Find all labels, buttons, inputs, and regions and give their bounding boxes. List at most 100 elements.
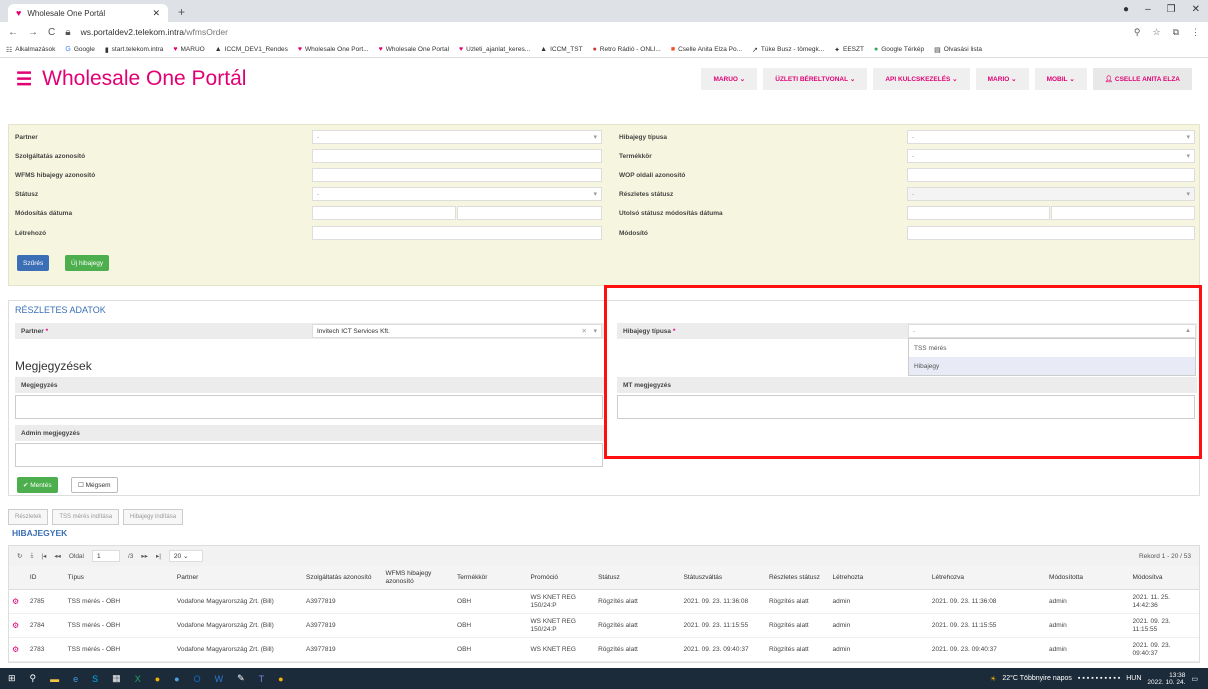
column-header[interactable]: Státusz bbox=[595, 574, 680, 582]
column-header[interactable]: Partner bbox=[174, 574, 303, 582]
minimize-icon[interactable]: – bbox=[1145, 4, 1151, 15]
column-header[interactable]: WFMS hibajegy azonosító bbox=[383, 570, 455, 586]
note-textarea[interactable] bbox=[15, 395, 603, 419]
bookmark-maruo[interactable]: ♥ MARUO bbox=[173, 46, 204, 53]
nav-mario[interactable]: MARIO ⌄ bbox=[975, 68, 1029, 90]
calculator-icon[interactable]: ▦ bbox=[112, 673, 121, 684]
export-icon[interactable]: ⤓ bbox=[30, 552, 33, 560]
nav-user[interactable]: 👤︎ CSELLE ANITA ELZA bbox=[1092, 68, 1192, 90]
bookmark-cselle[interactable]: ■ Cselle Anita Elza Po... bbox=[671, 46, 742, 53]
table-row[interactable]: ⚙ 2783 TSS mérés - OBH Vodafone Magyarorszá… bbox=[9, 638, 1199, 662]
hibajegy-action[interactable]: Hibajegy indítása bbox=[123, 509, 184, 525]
last-status-date-from[interactable] bbox=[907, 206, 1050, 220]
skype-icon[interactable]: S bbox=[92, 674, 98, 684]
table-row[interactable]: ⚙ 2784 TSS mérés - OBH Vodafone Magyarorszá… bbox=[9, 614, 1199, 638]
paint-icon[interactable]: ✎ bbox=[237, 673, 245, 684]
prev-page-icon[interactable]: ◂◂ bbox=[54, 552, 61, 560]
notification-icon[interactable]: ▭ bbox=[1191, 675, 1198, 683]
forward-icon[interactable]: → bbox=[28, 27, 38, 38]
bookmark-eeszt[interactable]: ✦ EESZT bbox=[834, 46, 864, 54]
bookmark-tuke[interactable]: ↗ Tüke Busz - tömegk... bbox=[752, 46, 824, 54]
bookmark-reading-list[interactable]: ▤ Olvasási lista bbox=[934, 46, 982, 54]
row-gear-icon[interactable]: ⚙ bbox=[9, 646, 27, 654]
bookmark-iccm-tst[interactable]: ▲ ICCM_TST bbox=[540, 46, 582, 53]
tab-close-icon[interactable]: ✕ bbox=[152, 8, 160, 19]
save-button[interactable]: ✔ Mentés bbox=[17, 477, 58, 493]
column-header[interactable]: Promóció bbox=[528, 574, 596, 582]
url-field[interactable]: ws.portaldev2.telekom.intra/wfmsOrder bbox=[81, 27, 1124, 37]
column-header[interactable]: ID bbox=[27, 574, 65, 582]
per-page-select[interactable]: 20 ⌄ bbox=[168, 550, 203, 562]
nav-api[interactable]: API KULCSKEZELÉS ⌄ bbox=[873, 68, 970, 90]
back-icon[interactable]: ← bbox=[8, 27, 18, 38]
table-row[interactable]: ⚙ 2785 TSS mérés - OBH Vodafone Magyarorszá… bbox=[9, 590, 1199, 614]
bookmark-maps[interactable]: ● Google Térkép bbox=[874, 46, 924, 53]
tray-icons[interactable]: ▪ ▪ ▪ ▪ ▪ ▪ ▪ ▪ ▪ ▪ bbox=[1078, 675, 1120, 682]
filter-button[interactable]: Szűrés bbox=[17, 255, 50, 271]
partner-select[interactable]: - bbox=[312, 130, 602, 144]
bookmark-iccm-dev[interactable]: ▲ ICCM_DEV1_Rendes bbox=[215, 46, 288, 53]
chrome-icon[interactable]: ● bbox=[155, 674, 160, 684]
hiba-type-select[interactable]: - bbox=[907, 130, 1195, 144]
column-header[interactable]: Módosítva bbox=[1129, 574, 1199, 582]
menu-dots-icon[interactable]: ⋮ bbox=[1191, 27, 1200, 38]
cancel-button[interactable]: ☐ Mégsem bbox=[71, 477, 118, 493]
start-icon[interactable]: ⊞ bbox=[8, 673, 16, 684]
details-action[interactable]: Részletek bbox=[8, 509, 49, 525]
search-icon[interactable]: ⚲ bbox=[30, 673, 37, 684]
nav-uzleti[interactable]: ÜZLETI BÉRELTVONAL ⌄ bbox=[763, 68, 868, 90]
weather-text[interactable]: 22°C Többnyire napos bbox=[1002, 675, 1072, 682]
clear-icon[interactable]: ✕ bbox=[582, 327, 587, 335]
wfms-input[interactable] bbox=[312, 168, 602, 182]
last-status-date-to[interactable] bbox=[1051, 206, 1195, 220]
restore-icon[interactable]: ❐ bbox=[1167, 4, 1176, 15]
row-gear-icon[interactable]: ⚙ bbox=[9, 622, 27, 630]
mod-date-from[interactable] bbox=[312, 206, 456, 220]
bookmark-google[interactable]: G Google bbox=[65, 46, 94, 53]
creator-input[interactable] bbox=[312, 226, 602, 240]
admin-note-textarea[interactable] bbox=[15, 443, 603, 467]
column-header[interactable]: Szolgáltatás azonosító bbox=[303, 574, 382, 582]
new-tab-icon[interactable]: + bbox=[178, 5, 185, 19]
new-ticket-button[interactable]: Új hibajegy bbox=[65, 255, 110, 271]
bookmark-apps[interactable]: ☷ Alkalmazások bbox=[6, 46, 55, 54]
chrome-active-icon[interactable]: ● bbox=[278, 674, 283, 684]
browser-tab[interactable]: ♥ Wholesale One Portál ✕ bbox=[8, 4, 168, 22]
refresh-icon[interactable]: ↻ bbox=[17, 552, 22, 560]
zoom-icon[interactable]: ⚲ bbox=[1134, 27, 1141, 38]
excel-icon[interactable]: X bbox=[135, 674, 141, 684]
profile-icon[interactable]: ● bbox=[1123, 4, 1129, 15]
column-header[interactable]: Termékkör bbox=[454, 574, 528, 582]
column-header[interactable]: Módosította bbox=[1046, 574, 1129, 582]
details-partner-select[interactable]: Invitech ICT Services Kft. ✕ bbox=[312, 324, 602, 338]
bookmark-uzleti[interactable]: ♥ Uzleti_ajanlat_keres... bbox=[459, 46, 530, 53]
det-status-select[interactable]: - bbox=[907, 187, 1195, 201]
column-header[interactable]: Létrehozta bbox=[830, 574, 929, 582]
row-gear-icon[interactable]: ⚙ bbox=[9, 598, 27, 606]
column-header[interactable]: Létrehozva bbox=[929, 574, 1046, 582]
teams-icon[interactable]: T bbox=[259, 674, 265, 684]
nav-maruo[interactable]: MARUO ⌄ bbox=[701, 68, 758, 90]
column-header[interactable]: Típus bbox=[65, 574, 174, 582]
column-header[interactable]: Részletes státusz bbox=[766, 574, 830, 582]
language-indicator[interactable]: HUN bbox=[1126, 675, 1141, 682]
bookmark-start[interactable]: ▮ start.telekom.intra bbox=[105, 46, 164, 54]
bookmark-wholesale-2[interactable]: ♥ Wholesale One Portal bbox=[379, 46, 449, 53]
status-select[interactable]: - bbox=[312, 187, 602, 201]
tss-action[interactable]: TSS mérés indítása bbox=[52, 509, 120, 525]
extensions-icon[interactable]: ⧉ bbox=[1173, 27, 1179, 38]
close-window-icon[interactable]: ✕ bbox=[1192, 4, 1200, 15]
first-page-icon[interactable]: |◂ bbox=[41, 552, 46, 560]
bookmark-retro[interactable]: ● Retro Rádió - ONLI... bbox=[593, 46, 661, 53]
wop-input[interactable] bbox=[907, 168, 1195, 182]
bookmark-star-icon[interactable]: ☆ bbox=[1152, 27, 1160, 38]
modifier-input[interactable] bbox=[907, 226, 1195, 240]
nav-mobil[interactable]: MOBIL ⌄ bbox=[1034, 68, 1087, 90]
next-page-icon[interactable]: ▸▸ bbox=[141, 552, 148, 560]
reload-icon[interactable]: C bbox=[48, 27, 55, 38]
bookmark-wholesale-1[interactable]: ♥ Wholesale One Port... bbox=[298, 46, 369, 53]
last-page-icon[interactable]: ▸| bbox=[156, 552, 161, 560]
szolg-input[interactable] bbox=[312, 149, 602, 163]
file-explorer-icon[interactable]: ▬ bbox=[50, 674, 59, 684]
outlook-icon[interactable]: O bbox=[194, 674, 201, 684]
